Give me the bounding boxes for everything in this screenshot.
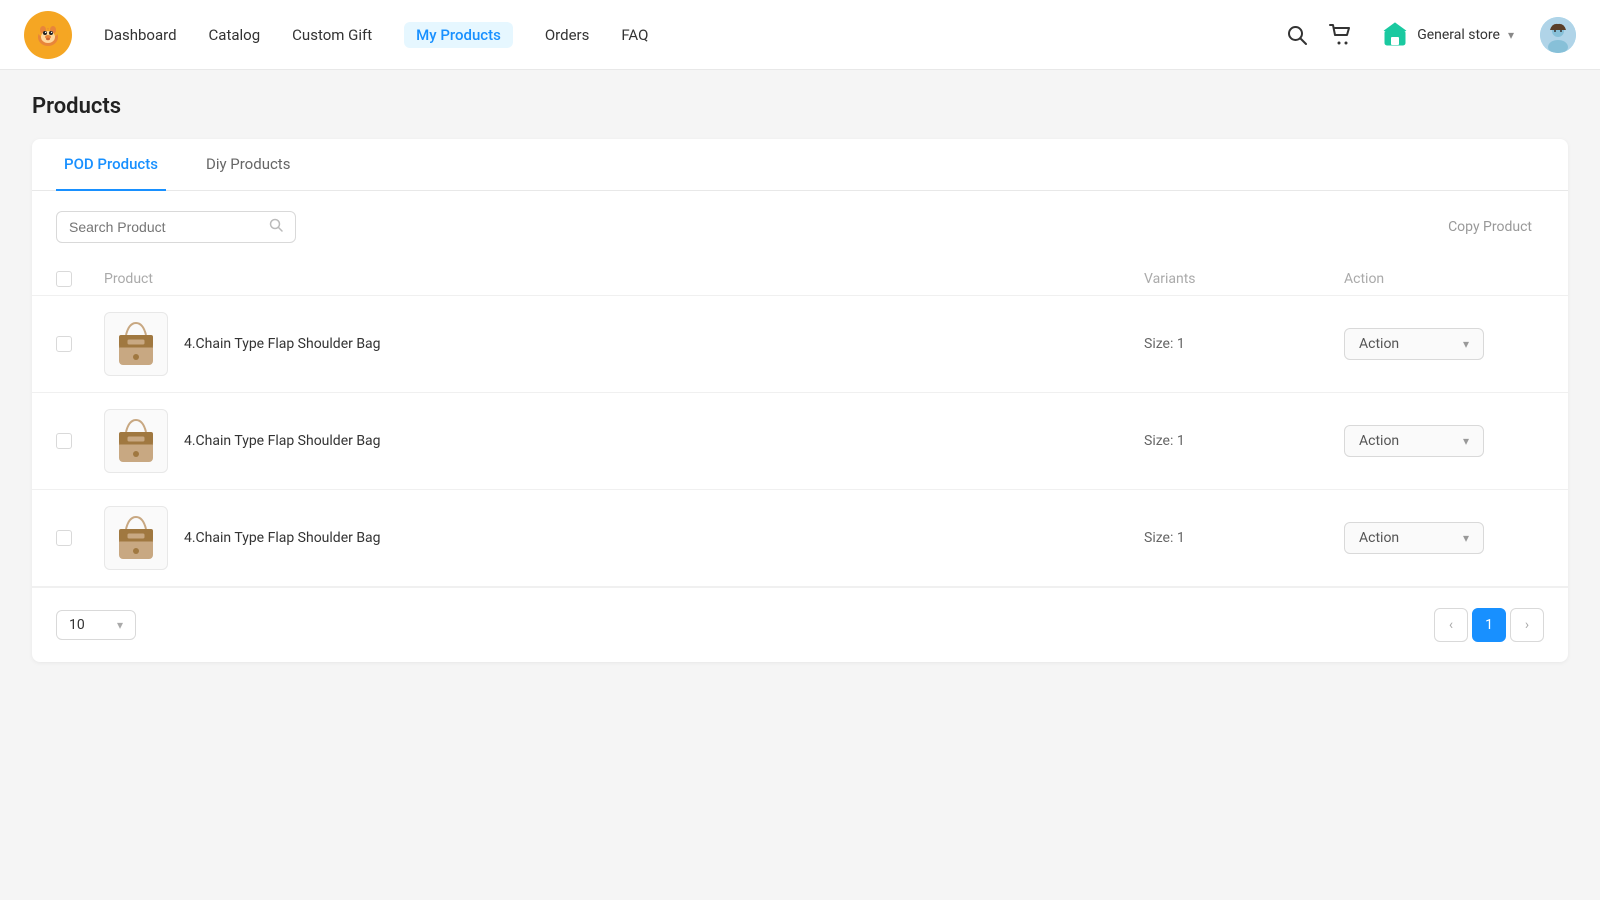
pagination-controls: ‹ 1 › [1434, 608, 1544, 642]
logo[interactable] [24, 11, 72, 59]
toolbar: Copy Product [32, 191, 1568, 263]
nav-custom-gift[interactable]: Custom Gift [292, 22, 372, 48]
table-row: 4.Chain Type Flap Shoulder Bag Size: 1 A… [32, 490, 1568, 587]
row-1-action-dropdown[interactable]: Action ▾ [1344, 328, 1484, 360]
nav-my-products[interactable]: My Products [404, 22, 513, 48]
search-icon[interactable] [1283, 21, 1311, 49]
main-content: Products POD Products Diy Products Copy … [0, 70, 1600, 900]
store-selector[interactable]: General store ▾ [1371, 15, 1524, 55]
row-1-product-name: 4.Chain Type Flap Shoulder Bag [184, 336, 381, 352]
row-3-action-cell: Action ▾ [1344, 522, 1544, 554]
row-1-action-cell: Action ▾ [1344, 328, 1544, 360]
row-3-action-dropdown[interactable]: Action ▾ [1344, 522, 1484, 554]
user-avatar[interactable] [1540, 17, 1576, 53]
search-box[interactable] [56, 211, 296, 243]
row-3-checkbox[interactable] [56, 530, 72, 546]
tab-diy-products[interactable]: Diy Products [198, 139, 299, 191]
row-2-checkbox[interactable] [56, 433, 72, 449]
row-3-chevron-icon: ▾ [1463, 531, 1469, 545]
row-2-action-cell: Action ▾ [1344, 425, 1544, 457]
main-nav: Dashboard Catalog Custom Gift My Product… [104, 22, 1283, 48]
per-page-chevron: ▾ [117, 618, 123, 632]
nav-orders[interactable]: Orders [545, 22, 590, 48]
row-2-variants: Size: 1 [1144, 433, 1344, 449]
per-page-value: 10 [69, 617, 85, 633]
tab-pod-products[interactable]: POD Products [56, 139, 166, 191]
per-page-select[interactable]: 10 ▾ [56, 610, 136, 640]
row-3-action-label: Action [1359, 530, 1399, 546]
row-3-product-cell: 4.Chain Type Flap Shoulder Bag [104, 506, 1144, 570]
tabs-bar: POD Products Diy Products [32, 139, 1568, 191]
table-header: Product Variants Action [32, 263, 1568, 296]
row-1-action-label: Action [1359, 336, 1399, 352]
row-1-checkbox-cell [56, 336, 104, 352]
row-2-chevron-icon: ▾ [1463, 434, 1469, 448]
search-icon-small [269, 218, 283, 236]
row-2-product-name: 4.Chain Type Flap Shoulder Bag [184, 433, 381, 449]
row-1-chevron-icon: ▾ [1463, 337, 1469, 351]
row-3-checkbox-cell [56, 530, 104, 546]
prev-page-button[interactable]: ‹ [1434, 608, 1468, 642]
cart-icon[interactable] [1327, 21, 1355, 49]
row-2-product-image [104, 409, 168, 473]
row-3-product-image [104, 506, 168, 570]
row-2-action-dropdown[interactable]: Action ▾ [1344, 425, 1484, 457]
header-product: Product [104, 271, 1144, 287]
copy-product-button[interactable]: Copy Product [1436, 213, 1544, 241]
page-title: Products [32, 94, 1568, 119]
select-all-checkbox[interactable] [56, 271, 72, 287]
next-page-button[interactable]: › [1510, 608, 1544, 642]
row-3-product-name: 4.Chain Type Flap Shoulder Bag [184, 530, 381, 546]
header-action: Action [1344, 271, 1544, 287]
header: Dashboard Catalog Custom Gift My Product… [0, 0, 1600, 70]
store-dropdown-icon: ▾ [1508, 28, 1514, 42]
search-input[interactable] [69, 219, 263, 235]
row-2-checkbox-cell [56, 433, 104, 449]
header-variants: Variants [1144, 271, 1344, 287]
row-2-action-label: Action [1359, 433, 1399, 449]
row-1-variants: Size: 1 [1144, 336, 1344, 352]
table-row: 4.Chain Type Flap Shoulder Bag Size: 1 A… [32, 393, 1568, 490]
pagination-bar: 10 ▾ ‹ 1 › [32, 587, 1568, 662]
row-1-checkbox[interactable] [56, 336, 72, 352]
row-3-variants: Size: 1 [1144, 530, 1344, 546]
page-1-button[interactable]: 1 [1472, 608, 1506, 642]
nav-faq[interactable]: FAQ [621, 22, 648, 48]
header-right: General store ▾ [1283, 15, 1576, 55]
store-name: General store [1417, 27, 1500, 43]
row-1-product-image [104, 312, 168, 376]
row-2-product-cell: 4.Chain Type Flap Shoulder Bag [104, 409, 1144, 473]
header-checkbox-cell [56, 271, 104, 287]
nav-dashboard[interactable]: Dashboard [104, 22, 177, 48]
table-row: 4.Chain Type Flap Shoulder Bag Size: 1 A… [32, 296, 1568, 393]
nav-catalog[interactable]: Catalog [209, 22, 261, 48]
products-card: POD Products Diy Products Copy Product [32, 139, 1568, 662]
row-1-product-cell: 4.Chain Type Flap Shoulder Bag [104, 312, 1144, 376]
